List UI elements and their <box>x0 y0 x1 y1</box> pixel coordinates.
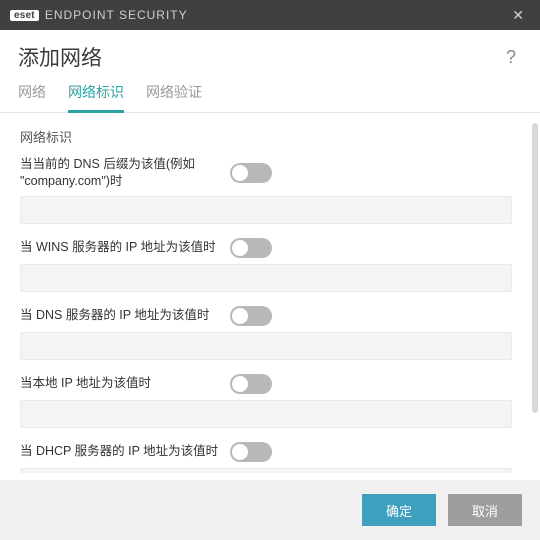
tab-network-id[interactable]: 网络标识 <box>68 78 124 113</box>
content-panel: 网络标识 当当前的 DNS 后缀为该值(例如 "company.com")时 当… <box>14 113 528 473</box>
label-dns-ip: 当 DNS 服务器的 IP 地址为该值时 <box>20 307 230 324</box>
dialog-footer: 确定 取消 <box>0 480 540 540</box>
input-local-ip[interactable] <box>20 400 512 428</box>
brand-badge: eset <box>10 10 39 21</box>
input-dhcp-ip[interactable] <box>20 468 512 473</box>
row-dhcp-ip: 当 DHCP 服务器的 IP 地址为该值时 <box>20 442 512 462</box>
scrollbar[interactable] <box>532 123 538 413</box>
toggle-local-ip[interactable] <box>230 374 272 394</box>
row-dns-ip: 当 DNS 服务器的 IP 地址为该值时 <box>20 306 512 326</box>
product-title: ENDPOINT SECURITY <box>45 8 188 22</box>
toggle-wins-ip[interactable] <box>230 238 272 258</box>
close-icon[interactable]: ✕ <box>506 5 530 26</box>
help-icon[interactable]: ? <box>500 45 522 70</box>
input-dns-suffix[interactable] <box>20 196 512 224</box>
cancel-button[interactable]: 取消 <box>448 494 522 526</box>
section-title: 网络标识 <box>20 127 512 146</box>
toggle-dhcp-ip[interactable] <box>230 442 272 462</box>
ok-button[interactable]: 确定 <box>362 494 436 526</box>
row-local-ip: 当本地 IP 地址为该值时 <box>20 374 512 394</box>
label-dhcp-ip: 当 DHCP 服务器的 IP 地址为该值时 <box>20 443 230 460</box>
label-wins-ip: 当 WINS 服务器的 IP 地址为该值时 <box>20 239 230 256</box>
row-dns-suffix: 当当前的 DNS 后缀为该值(例如 "company.com")时 <box>20 156 512 190</box>
input-wins-ip[interactable] <box>20 264 512 292</box>
label-dns-suffix: 当当前的 DNS 后缀为该值(例如 "company.com")时 <box>20 156 230 190</box>
input-dns-ip[interactable] <box>20 332 512 360</box>
tab-bar: 网络 网络标识 网络验证 <box>0 78 540 113</box>
titlebar: eset ENDPOINT SECURITY ✕ <box>0 0 540 30</box>
label-local-ip: 当本地 IP 地址为该值时 <box>20 375 230 392</box>
dialog-header: 添加网络 ? <box>0 30 540 78</box>
toggle-dns-suffix[interactable] <box>230 163 272 183</box>
tab-network[interactable]: 网络 <box>18 78 46 112</box>
page-title: 添加网络 <box>18 42 500 72</box>
tab-network-auth[interactable]: 网络验证 <box>146 78 202 112</box>
toggle-dns-ip[interactable] <box>230 306 272 326</box>
row-wins-ip: 当 WINS 服务器的 IP 地址为该值时 <box>20 238 512 258</box>
